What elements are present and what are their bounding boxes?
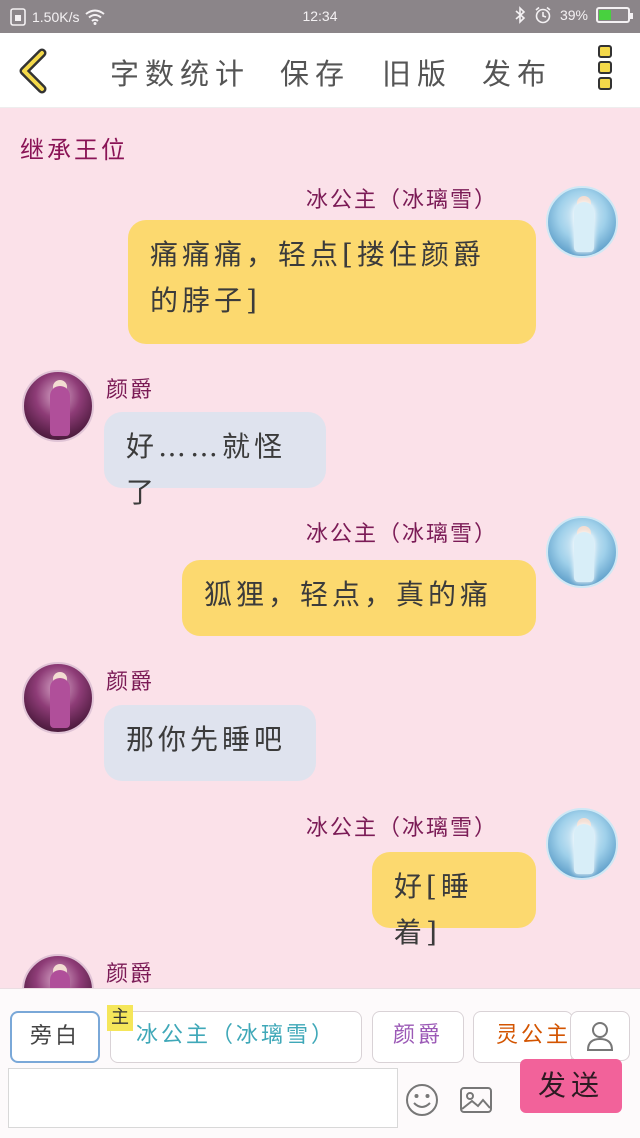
role-bing-button[interactable]: 冰公主（冰璃雪） bbox=[110, 1011, 362, 1063]
message-bubble: 痛痛痛，轻点[搂住颜爵的脖子] bbox=[128, 220, 536, 344]
word-count-button[interactable]: 字数统计 bbox=[110, 51, 250, 93]
add-role-button[interactable] bbox=[570, 1011, 630, 1061]
speaker-name: 冰公主（冰璃雪） bbox=[306, 522, 499, 547]
avatar[interactable] bbox=[546, 808, 618, 880]
bluetooth-icon bbox=[515, 6, 526, 24]
avatar[interactable] bbox=[546, 516, 618, 588]
message-input[interactable] bbox=[8, 1068, 398, 1128]
send-button[interactable]: 发送 bbox=[520, 1059, 622, 1113]
battery-level bbox=[599, 10, 611, 20]
top-toolbar: 字数统计 保存 旧版 发布 bbox=[0, 33, 640, 108]
speaker-name: 颜爵 bbox=[106, 962, 155, 987]
publish-button[interactable]: 发布 bbox=[482, 51, 552, 93]
role-ling-button[interactable]: 灵公主 bbox=[473, 1011, 573, 1063]
save-button[interactable]: 保存 bbox=[280, 51, 350, 93]
avatar[interactable] bbox=[546, 186, 618, 258]
image-icon bbox=[460, 1087, 492, 1113]
speaker-name: 冰公主（冰璃雪） bbox=[306, 188, 499, 213]
more-vertical-icon[interactable] bbox=[594, 45, 616, 97]
back-button[interactable] bbox=[14, 47, 54, 95]
message-bubble: 那你先睡吧 bbox=[104, 705, 316, 781]
story-title: 继承王位 bbox=[20, 136, 128, 164]
speaker-name: 冰公主（冰璃雪） bbox=[306, 816, 499, 841]
alarm-icon bbox=[535, 6, 551, 24]
speaker-name: 颜爵 bbox=[106, 378, 155, 403]
chevron-left-icon bbox=[19, 48, 47, 94]
speaker-name: 颜爵 bbox=[106, 670, 155, 695]
message-bubble: 好……就怪了 bbox=[104, 412, 326, 509]
message-bubble: 好[睡着] bbox=[372, 852, 536, 949]
chat-area[interactable]: 冰公主（冰璃雪） 痛痛痛，轻点[搂住颜爵的脖子] 颜爵 好……就怪了 冰公主（冰… bbox=[0, 108, 640, 988]
status-bar: 1.50K/s 12:34 39% bbox=[0, 0, 640, 33]
avatar[interactable] bbox=[22, 370, 94, 442]
role-yan-button[interactable]: 颜爵 bbox=[372, 1011, 464, 1063]
old-version-button[interactable]: 旧版 bbox=[382, 51, 452, 93]
main-role-badge: 主 bbox=[107, 1005, 133, 1031]
user-icon bbox=[586, 1022, 614, 1051]
message-bubble: 狐狸，轻点，真的痛 bbox=[182, 560, 536, 636]
battery-icon bbox=[596, 7, 633, 23]
avatar[interactable] bbox=[22, 662, 94, 734]
role-narration-button[interactable]: 旁白 bbox=[10, 1011, 100, 1063]
composer: 旁白 冰公主（冰璃雪） 主 颜爵 灵公主 发送 bbox=[0, 988, 640, 1138]
status-right: 39% bbox=[514, 6, 633, 24]
battery-percent: 39% bbox=[559, 7, 588, 23]
emoji-button[interactable] bbox=[404, 1082, 440, 1118]
image-button[interactable] bbox=[458, 1082, 494, 1118]
avatar[interactable] bbox=[22, 954, 94, 988]
smile-icon bbox=[406, 1084, 438, 1116]
